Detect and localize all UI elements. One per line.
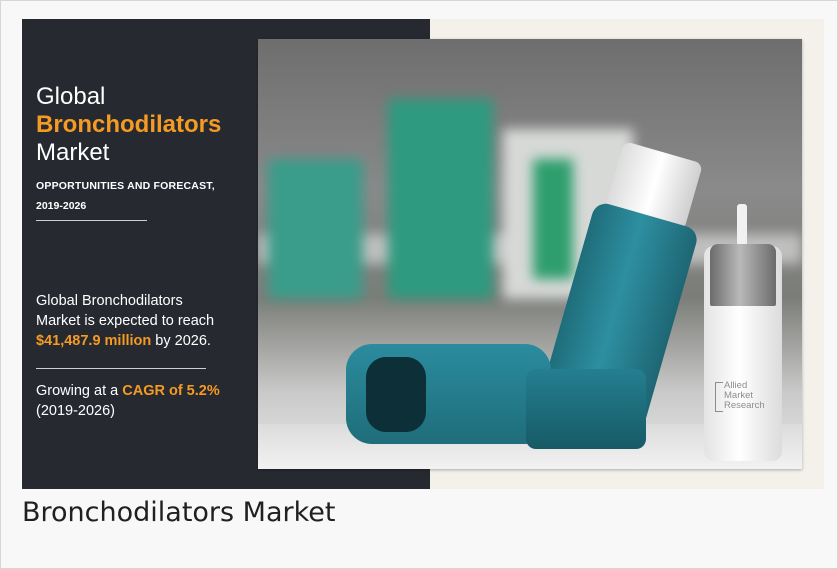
heading-global: Global: [36, 83, 106, 110]
subheading-opportunities: OPPORTUNITIES AND FORECAST,: [36, 180, 215, 192]
reach-value: $41,487.9 million: [36, 333, 152, 349]
infographic-image[interactable]: Global Bronchodilators Market OPPORTUNIT…: [22, 19, 824, 489]
reach-line-2: Market is expected to reach: [36, 313, 215, 329]
cagr-text: Growing at a CAGR of 5.2% (2019-2026): [36, 381, 266, 421]
inhaler-photo: Allied Market Research: [258, 39, 802, 469]
heading-market: Market: [36, 139, 110, 166]
divider: [36, 368, 206, 369]
subheading-years: 2019-2026: [36, 200, 87, 212]
inhaler-base: [526, 369, 646, 449]
image-card: Global Bronchodilators Market OPPORTUNIT…: [0, 0, 838, 569]
canister-top: [710, 244, 776, 306]
inhaler-opening: [366, 357, 426, 432]
canister-stem: [737, 204, 747, 246]
background-box: [268, 159, 363, 299]
cagr-prefix: Growing at a: [36, 383, 123, 399]
watermark-line: Research: [724, 400, 765, 411]
market-reach-text: Global Bronchodilators Market is expecte…: [36, 291, 251, 351]
cagr-value: CAGR of 5.2%: [122, 383, 220, 399]
reach-suffix: by 2026.: [151, 333, 211, 349]
watermark-icon: [715, 382, 723, 412]
background-box: [388, 99, 493, 299]
background-box: [533, 159, 573, 279]
heading-bronchodilators: Bronchodilators: [36, 111, 222, 138]
image-caption: Bronchodilators Market: [22, 497, 336, 528]
reach-line-1: Global Bronchodilators: [36, 293, 183, 309]
cagr-period: (2019-2026): [36, 403, 115, 419]
brand-watermark: Allied Market Research: [715, 381, 784, 412]
divider: [36, 220, 147, 221]
